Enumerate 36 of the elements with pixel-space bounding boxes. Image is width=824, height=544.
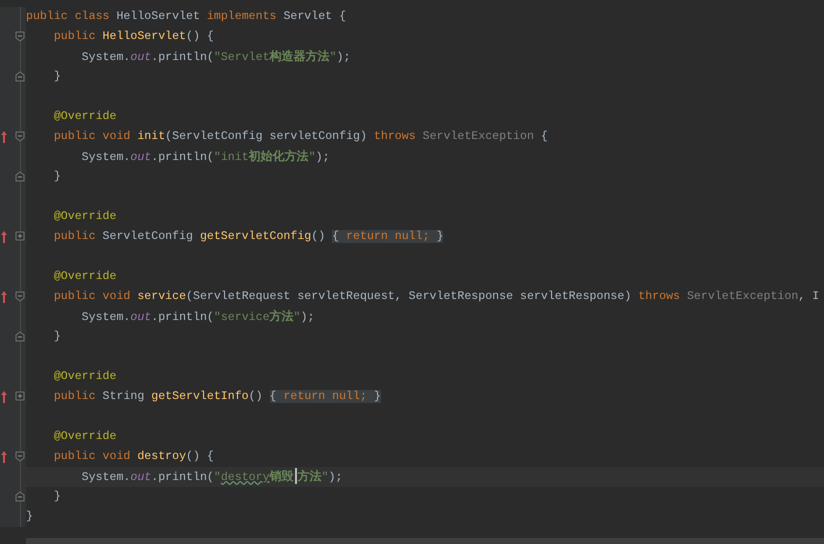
fold-icon[interactable] <box>15 451 25 462</box>
fold-icon[interactable] <box>15 491 25 502</box>
code-line: public HelloServlet() { <box>52 29 214 45</box>
override-arrow-icon[interactable] <box>1 291 7 303</box>
code-line: public void service(ServletRequest servletRequest, ServletResponse servletResponse) throws ServletException, I <box>52 289 820 305</box>
code-line: } <box>52 69 61 85</box>
override-arrow-icon[interactable] <box>1 231 7 243</box>
code-line: @Override <box>52 369 116 385</box>
code-line: } <box>26 509 33 525</box>
override-arrow-icon[interactable] <box>1 451 7 463</box>
fold-icon[interactable] <box>15 331 25 342</box>
code-line: System.out.println("service方法"); <box>80 308 314 326</box>
code-line: System.out.println("Servlet构造器方法"); <box>80 48 350 66</box>
code-line: public void destroy() { <box>52 449 214 465</box>
fold-icon[interactable] <box>15 391 25 402</box>
override-arrow-icon[interactable] <box>1 391 7 403</box>
fold-icon[interactable] <box>15 71 25 82</box>
override-arrow-icon[interactable] <box>1 131 7 143</box>
code-line: } <box>52 329 61 345</box>
code-line: } <box>52 489 61 505</box>
code-line: System.out.println("init初始化方法"); <box>80 148 330 166</box>
fold-icon[interactable] <box>15 31 25 42</box>
fold-icon[interactable] <box>15 291 25 302</box>
code-line: @Override <box>52 209 116 225</box>
code-line: public class HelloServlet implements Servlet { <box>26 9 346 25</box>
code-line: System.out.println("destory销毁 方法"); <box>80 467 342 486</box>
code-line: } <box>52 169 61 185</box>
code-line: @Override <box>52 109 116 125</box>
code-line: @Override <box>52 429 116 445</box>
code-line: public void init(ServletConfig servletConfig) throws ServletException { <box>52 129 548 145</box>
code-line: public ServletConfig getServletConfig() { return null; } <box>52 229 444 245</box>
fold-icon[interactable] <box>15 131 25 142</box>
code-line: public String getServletInfo() { return null; } <box>52 389 381 405</box>
fold-icon[interactable] <box>15 231 25 242</box>
code-line: @Override <box>52 269 116 285</box>
fold-icon[interactable] <box>15 171 25 182</box>
